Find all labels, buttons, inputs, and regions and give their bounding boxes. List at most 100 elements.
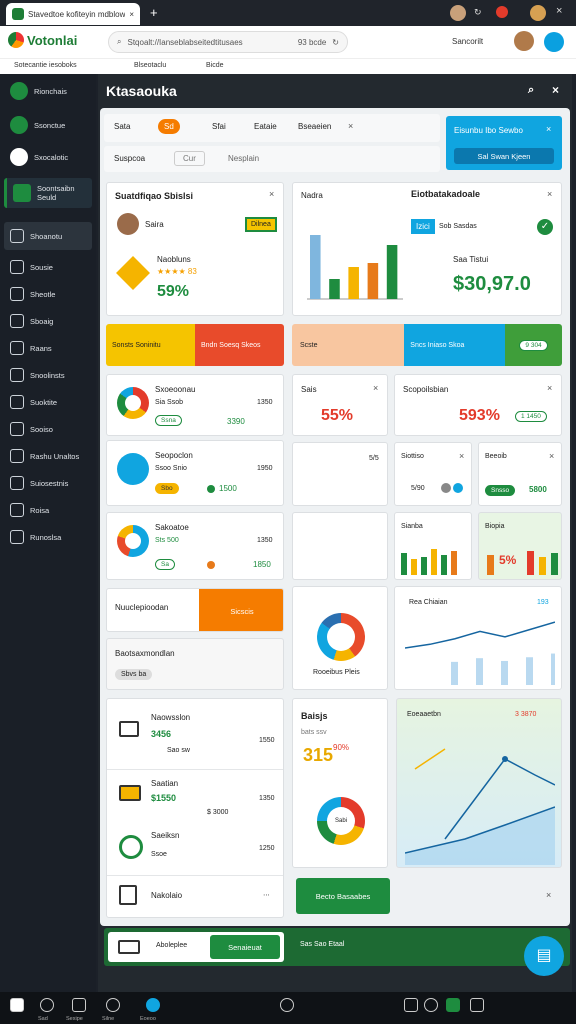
refresh-icon[interactable]: ↻: [474, 7, 482, 18]
bookmark-item[interactable]: Bicde: [206, 62, 224, 69]
window-close-icon[interactable]: ×: [556, 5, 562, 17]
search-icon[interactable]: [40, 998, 54, 1012]
sidebar-item[interactable]: Rashu Unaltos: [4, 443, 92, 469]
account-avatar[interactable]: [450, 5, 466, 21]
close-icon[interactable]: ×: [552, 83, 559, 97]
stat-line: Sia Ssob: [155, 399, 184, 406]
donut-center: Sabi: [327, 807, 355, 835]
banner-peach[interactable]: Scste: [292, 324, 405, 366]
tab-eataie[interactable]: Eataie: [254, 122, 277, 131]
trend-line: [414, 748, 446, 770]
profile-label[interactable]: Sancorilt: [452, 37, 483, 46]
percent-value: 593%: [459, 407, 500, 424]
stat-pill[interactable]: Sbo: [155, 483, 179, 494]
sub-tab[interactable]: Suspcoa: [114, 154, 145, 163]
sidebar-item[interactable]: Raans: [4, 335, 92, 361]
status-badge[interactable]: Dilnea: [245, 217, 277, 232]
sidebar-item[interactable]: Rionchais: [4, 78, 92, 104]
profile-avatar[interactable]: [514, 31, 534, 51]
banner-pill[interactable]: 9 304: [519, 339, 548, 351]
tray-app-icon[interactable]: [446, 998, 460, 1012]
sub-tab[interactable]: Nesplain: [228, 154, 259, 163]
sidebar-item[interactable]: Roisa: [4, 497, 92, 523]
reload-icon[interactable]: ↻: [332, 38, 339, 47]
tab-bseaeien[interactable]: Bseaeien: [298, 122, 331, 131]
start-icon[interactable]: [10, 998, 24, 1012]
orange-action-button[interactable]: Sicscis: [199, 589, 283, 631]
promo-button[interactable]: Sal Swan Kjeen: [454, 148, 554, 164]
sub-input[interactable]: Cur: [174, 151, 205, 166]
close-icon[interactable]: ×: [459, 451, 464, 461]
chart-title: Eoeaaetbn: [407, 711, 441, 718]
search-icon[interactable]: ⌕: [528, 84, 534, 97]
browser-tab[interactable]: Stavedtoe kofiteyin mdblows ×: [6, 3, 140, 25]
chart-big-title: Eiotbatakadoale: [411, 189, 481, 199]
user-avatar[interactable]: [530, 5, 546, 21]
stat-pill[interactable]: Ssna: [155, 415, 182, 426]
card-title: Sianba: [401, 523, 423, 530]
bookmark-item[interactable]: Sotecantie iesoboks: [14, 62, 77, 69]
new-tab-button[interactable]: +: [150, 5, 158, 20]
sidebar-item[interactable]: Suiosestnis: [4, 470, 92, 496]
banner-yellow[interactable]: Sonsts Soninitu: [106, 324, 195, 366]
bar: [526, 657, 533, 685]
tab-sfai[interactable]: Sfai: [212, 122, 226, 131]
close-icon[interactable]: ×: [547, 383, 552, 393]
check-icon[interactable]: ✓: [537, 219, 553, 235]
sidebar-item[interactable]: Runoslsa: [4, 524, 92, 550]
app-icon[interactable]: [146, 998, 160, 1012]
list-footer[interactable]: Nakolaio: [151, 891, 182, 900]
close-icon[interactable]: ×: [373, 383, 378, 393]
list-value: 3456: [151, 729, 172, 739]
close-icon[interactable]: ×: [269, 189, 274, 199]
sidebar-item[interactable]: Sousie: [4, 254, 92, 280]
sidebar-item[interactable]: Ssonctue: [4, 112, 92, 138]
empty-card: 5/5: [292, 442, 388, 506]
banner-red[interactable]: Bndn Soesq Skeos: [195, 324, 284, 366]
search-icon[interactable]: [280, 998, 294, 1012]
data-point: [502, 756, 508, 762]
sidebar-item[interactable]: Sheotle: [4, 281, 92, 307]
chip-sata[interactable]: Sata: [114, 122, 130, 131]
mini-card: Siottiso × 5/90: [394, 442, 472, 506]
close-tab-icon[interactable]: ×: [129, 10, 134, 19]
sidebar-item[interactable]: Sxocalotic: [4, 144, 92, 170]
bookmark-item[interactable]: Blseotaclu: [134, 62, 166, 69]
banner-blue[interactable]: Sncs Iniaso Skoa: [404, 324, 506, 366]
close-icon[interactable]: ×: [546, 890, 551, 900]
chat-fab-icon[interactable]: ▤: [524, 936, 564, 976]
tray-icon[interactable]: [404, 998, 418, 1012]
notification-icon[interactable]: [496, 6, 508, 18]
stat-value: 1850: [253, 560, 271, 569]
chat-icon[interactable]: [544, 32, 564, 52]
more-icon[interactable]: ⋯: [263, 891, 270, 899]
app-logo[interactable]: Votonlai: [8, 32, 77, 48]
url-input[interactable]: ⌕ Stqoalt://Ianseblabseitedtitusaes 93 b…: [108, 31, 348, 53]
sidebar-item-active[interactable]: Soontsaibn Seuld: [4, 178, 92, 208]
browser-icon[interactable]: [106, 998, 120, 1012]
value-pill[interactable]: 1 1450: [515, 411, 547, 422]
ratio-pill[interactable]: Sbvs ba: [115, 669, 153, 680]
sidebar-item[interactable]: Sboaig: [4, 308, 92, 334]
sidebar-item[interactable]: Shoanotu: [4, 222, 92, 250]
stat-pill[interactable]: Sa: [155, 559, 175, 570]
close-icon[interactable]: ×: [546, 124, 551, 134]
close-icon[interactable]: ×: [549, 451, 554, 461]
sidebar-item[interactable]: Suoktite: [4, 389, 92, 415]
close-icon[interactable]: ×: [547, 189, 552, 199]
footer-button[interactable]: Senaieuat: [210, 935, 280, 959]
card-pill[interactable]: Snsso: [485, 485, 516, 496]
list-value: $1550: [151, 793, 177, 803]
calendar-icon: [10, 287, 24, 301]
clock-icon[interactable]: [424, 998, 438, 1012]
chip-sd[interactable]: Sd: [158, 119, 180, 134]
divider: [107, 875, 283, 876]
green-action-button[interactable]: Becto Basaabes: [296, 878, 390, 914]
line-chart-card: Rea Chiaian 193: [394, 586, 562, 690]
network-icon[interactable]: [470, 998, 484, 1012]
sidebar-item[interactable]: Sooiso: [4, 416, 92, 442]
close-icon[interactable]: ×: [348, 121, 353, 131]
sidebar-item[interactable]: Snoolinsts: [4, 362, 92, 388]
window-icon[interactable]: [72, 998, 86, 1012]
footer-link[interactable]: Sas Sao Etaal: [300, 941, 344, 948]
